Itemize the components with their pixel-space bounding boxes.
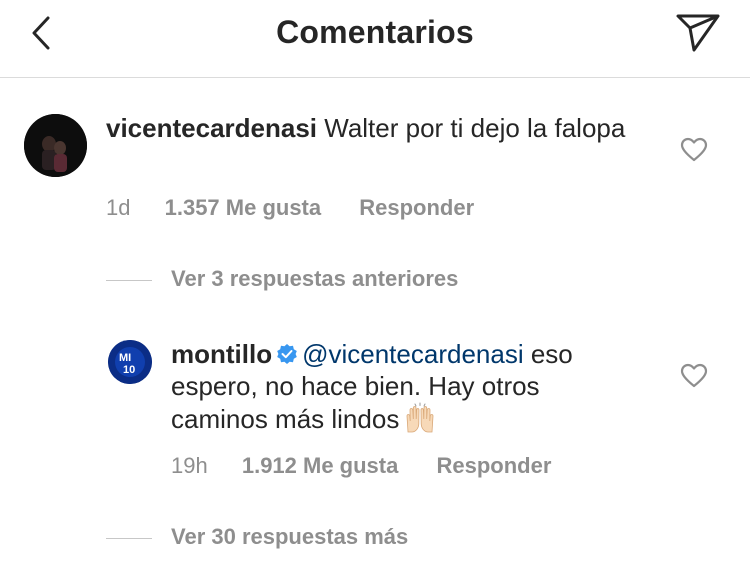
comment-text: Walter por ti dejo la falopa bbox=[324, 113, 626, 143]
page-title: Comentarios bbox=[276, 14, 474, 50]
view-more-replies-button[interactable]: Ver 30 respuestas más bbox=[171, 524, 408, 550]
direct-send-icon[interactable] bbox=[674, 10, 722, 56]
comment-time: 1d bbox=[106, 195, 131, 220]
like-heart-icon[interactable] bbox=[680, 363, 708, 389]
reply-mention-link[interactable]: @vicentecardenasi bbox=[302, 339, 524, 369]
raising-hands-emoji-icon bbox=[406, 402, 434, 433]
comment-username[interactable]: vicentecardenasi bbox=[106, 113, 317, 143]
comment-likes-count[interactable]: 1.357 Me gusta bbox=[165, 195, 322, 221]
reply-comment-body: montillo @vicentecardenasi eso espero, n… bbox=[171, 338, 631, 435]
avatar-photo bbox=[24, 114, 87, 177]
reply-meta: 19h 1.912 Me gusta Responder bbox=[171, 453, 583, 479]
reply-time: 19h bbox=[171, 453, 208, 478]
reply-likes-count[interactable]: 1.912 Me gusta bbox=[242, 453, 399, 479]
top-bar: Comentarios bbox=[0, 0, 750, 78]
replies-divider bbox=[106, 538, 152, 539]
view-previous-replies-button[interactable]: Ver 3 respuestas anteriores bbox=[171, 266, 458, 292]
replies-divider bbox=[106, 280, 152, 281]
avatar[interactable] bbox=[24, 114, 87, 177]
avatar[interactable]: MI 10 bbox=[108, 340, 152, 384]
avatar-logo: MI 10 bbox=[108, 340, 152, 384]
svg-text:MI: MI bbox=[119, 352, 131, 364]
comment-meta: 1d 1.357 Me gusta Responder bbox=[106, 195, 506, 221]
verified-badge-icon bbox=[277, 344, 297, 364]
like-heart-icon[interactable] bbox=[680, 137, 708, 163]
comment-body: vicentecardenasi Walter por ti dejo la f… bbox=[106, 112, 626, 144]
reply-button[interactable]: Responder bbox=[436, 453, 551, 479]
svg-text:10: 10 bbox=[123, 364, 135, 376]
reply-button[interactable]: Responder bbox=[359, 195, 474, 221]
reply-username[interactable]: montillo bbox=[171, 339, 272, 369]
